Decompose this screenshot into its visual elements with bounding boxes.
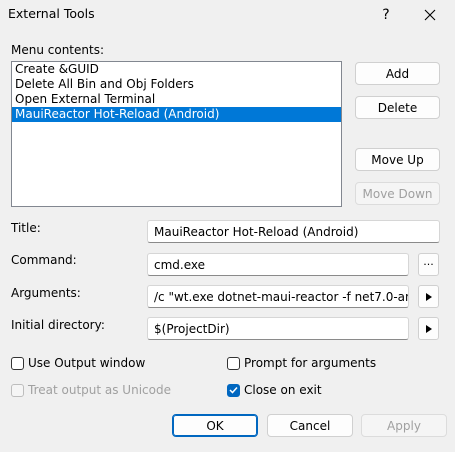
title-label: Title: bbox=[11, 221, 41, 235]
prompt-for-arguments-option[interactable]: Prompt for arguments bbox=[227, 356, 376, 370]
treat-output-unicode-checkbox[interactable] bbox=[11, 383, 24, 397]
add-button[interactable]: Add bbox=[355, 62, 440, 85]
move-down-button[interactable]: Move Down bbox=[355, 182, 440, 205]
treat-output-unicode-label: Treat output as Unicode bbox=[28, 383, 171, 397]
browse-button[interactable]: ... bbox=[418, 253, 439, 276]
prompt-for-arguments-checkbox[interactable] bbox=[227, 356, 240, 370]
move-up-button[interactable]: Move Up bbox=[355, 148, 440, 171]
help-icon: ? bbox=[382, 7, 390, 23]
use-output-window-option[interactable]: Use Output window bbox=[11, 356, 145, 370]
triangle-right-icon bbox=[425, 324, 432, 333]
close-icon bbox=[424, 9, 436, 21]
close-on-exit-option[interactable]: Close on exit bbox=[227, 383, 322, 397]
list-item-create-guid[interactable]: Create &GUID bbox=[12, 62, 341, 77]
command-input[interactable]: cmd.exe bbox=[147, 253, 409, 276]
list-item-open-terminal[interactable]: Open External Terminal bbox=[12, 92, 341, 107]
triangle-right-icon bbox=[425, 292, 432, 301]
list-item-maui-reactor[interactable]: MauiReactor Hot-Reload (Android) bbox=[12, 107, 341, 122]
menu-contents-label: Menu contents: bbox=[11, 43, 104, 57]
menu-contents-list[interactable]: Create &GUID Delete All Bin and Obj Fold… bbox=[11, 61, 342, 207]
title-bar: External Tools ? bbox=[0, 0, 455, 30]
treat-output-unicode-option[interactable]: Treat output as Unicode bbox=[11, 383, 171, 397]
use-output-window-label: Use Output window bbox=[28, 356, 146, 370]
checkmark-icon bbox=[229, 386, 238, 394]
initial-directory-label: Initial directory: bbox=[11, 318, 105, 332]
initial-directory-input[interactable]: $(ProjectDir) bbox=[147, 317, 409, 340]
initial-directory-menu-button[interactable] bbox=[418, 317, 439, 340]
close-on-exit-checkbox[interactable] bbox=[227, 383, 240, 397]
prompt-for-arguments-label: Prompt for arguments bbox=[244, 356, 377, 370]
command-label: Command: bbox=[11, 253, 77, 267]
list-item-delete-bin-obj[interactable]: Delete All Bin and Obj Folders bbox=[12, 77, 341, 92]
window-title: External Tools bbox=[8, 6, 95, 21]
arguments-label: Arguments: bbox=[11, 286, 81, 300]
apply-button[interactable]: Apply bbox=[361, 414, 447, 437]
help-button[interactable]: ? bbox=[366, 0, 406, 30]
use-output-window-checkbox[interactable] bbox=[11, 356, 24, 370]
external-tools-dialog: External Tools ? Menu contents: Create &… bbox=[0, 0, 455, 452]
ok-button[interactable]: OK bbox=[172, 414, 258, 437]
delete-button[interactable]: Delete bbox=[355, 96, 440, 119]
close-button[interactable] bbox=[410, 0, 450, 30]
ellipsis-icon: ... bbox=[423, 255, 434, 268]
cancel-button[interactable]: Cancel bbox=[267, 414, 353, 437]
title-input[interactable]: MauiReactor Hot-Reload (Android) bbox=[147, 220, 440, 243]
arguments-input[interactable]: /c "wt.exe dotnet-maui-reactor -f net7.0… bbox=[147, 285, 409, 308]
arguments-menu-button[interactable] bbox=[418, 285, 439, 308]
close-on-exit-label: Close on exit bbox=[244, 383, 322, 397]
